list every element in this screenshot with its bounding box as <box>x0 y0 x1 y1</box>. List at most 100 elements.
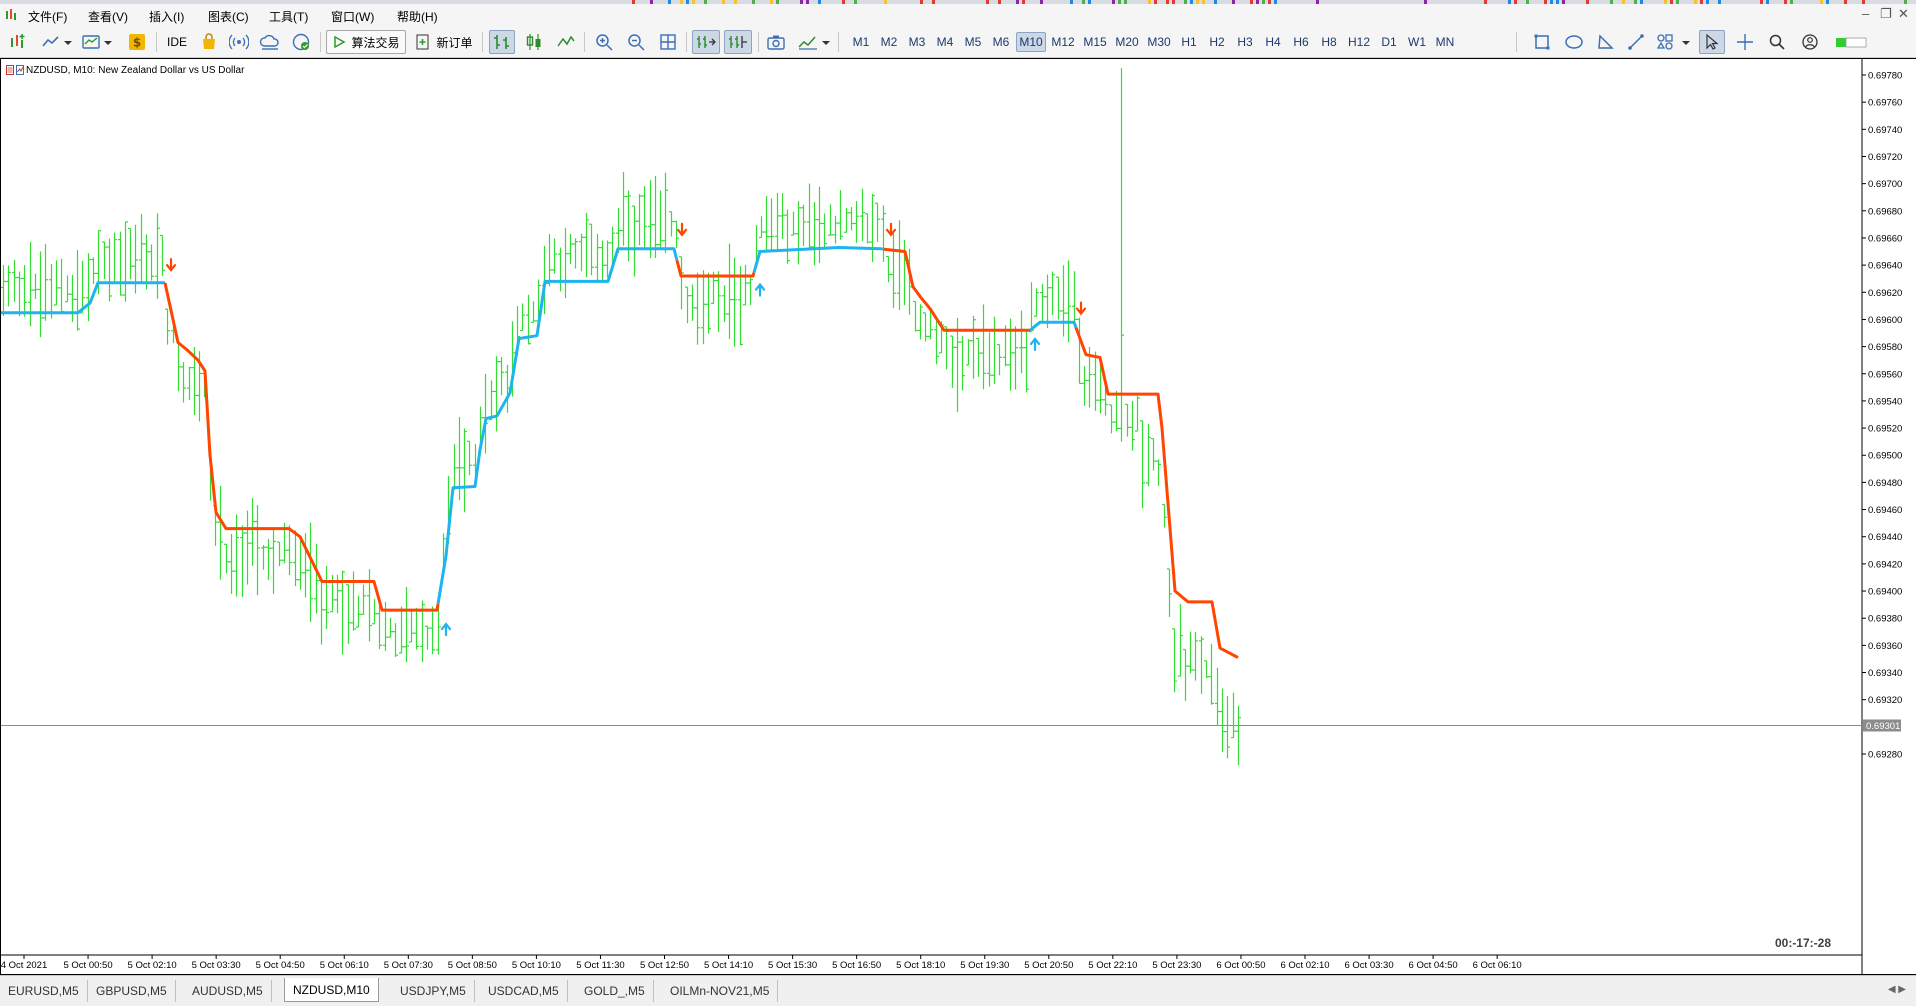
y-tick-label: 0.69640 <box>1868 261 1902 272</box>
y-tick-label: 0.69760 <box>1868 98 1902 109</box>
timeframe-m4[interactable]: M4 <box>932 32 958 52</box>
timeframe-m6[interactable]: M6 <box>988 32 1014 52</box>
timeframe-h2[interactable]: H2 <box>1204 32 1230 52</box>
timeframe-m15[interactable]: M15 <box>1080 32 1110 52</box>
candlestick-button[interactable] <box>522 30 546 54</box>
x-tick-label: 5 Oct 19:30 <box>960 960 1009 971</box>
chart-tab-usdcad-m5[interactable]: USDCAD,M5 <box>480 980 568 1002</box>
close-icon[interactable]: ✕ <box>1898 7 1909 21</box>
chart-tab-oilmn-nov21-m5[interactable]: OILMn-NOV21,M5 <box>662 980 779 1002</box>
timeframe-h6[interactable]: H6 <box>1288 32 1314 52</box>
x-tick-label: 5 Oct 11:30 <box>576 960 624 971</box>
screenshot-button[interactable] <box>764 30 788 54</box>
shapes-icon <box>1656 34 1690 50</box>
timeframe-m3[interactable]: M3 <box>904 32 930 52</box>
menu-bar: 文件(F) 查看(V) 插入(I) 图表(C) 工具(T) 窗口(W) 帮助(H… <box>0 4 1916 26</box>
search-button[interactable] <box>1765 30 1789 54</box>
chart-window-icons[interactable] <box>6 65 24 75</box>
ellipse-tool-button[interactable] <box>1562 30 1586 54</box>
menu-help[interactable]: 帮助(H) <box>397 8 438 25</box>
menu-window[interactable]: 窗口(W) <box>331 8 374 25</box>
timeframe-w1[interactable]: W1 <box>1404 32 1430 52</box>
zoom-out-button[interactable] <box>624 30 648 54</box>
chart-tab-eurusd-m5[interactable]: EURUSD,M5 <box>0 980 88 1002</box>
timeframe-m5[interactable]: M5 <box>960 32 986 52</box>
rectangle-tool-button[interactable] <box>1530 30 1554 54</box>
signal-button[interactable] <box>228 30 250 54</box>
minimize-icon[interactable]: – <box>1862 7 1869 21</box>
bar-chart-button[interactable] <box>489 30 515 54</box>
y-tick-label: 0.69340 <box>1868 668 1902 679</box>
chart-window[interactable]: 0.69780 0.69760 0.69740 0.69720 0.69700 0.696… <box>0 58 1916 975</box>
timeframe-h8[interactable]: H8 <box>1316 32 1342 52</box>
menu-tools[interactable]: 工具(T) <box>269 8 308 25</box>
community-button[interactable] <box>1798 30 1822 54</box>
ide-button[interactable]: IDE <box>164 30 190 54</box>
menu-view[interactable]: 查看(V) <box>88 8 128 25</box>
zoom-in-icon <box>596 34 613 51</box>
trendline-tool-button[interactable] <box>1624 30 1648 54</box>
timeframe-h3[interactable]: H3 <box>1232 32 1258 52</box>
cursor-icon <box>1706 33 1719 50</box>
toolbar-separator <box>1516 32 1517 52</box>
search-icon <box>1769 34 1785 50</box>
chart-type-dropdown[interactable] <box>40 30 74 54</box>
chart-shift-button[interactable] <box>724 30 752 54</box>
market-button[interactable]: $ <box>126 30 148 54</box>
timeframe-m1[interactable]: M1 <box>848 32 874 52</box>
app-chart-icon[interactable] <box>4 8 18 22</box>
triangle-tool-button[interactable] <box>1594 30 1618 54</box>
timeframe-h4[interactable]: H4 <box>1260 32 1286 52</box>
chart-tab-gold-m5[interactable]: GOLD_,M5 <box>576 980 654 1002</box>
new-order-button[interactable]: 新订单 <box>412 30 476 54</box>
zoom-in-button[interactable] <box>592 30 616 54</box>
x-tick-label: 5 Oct 20:50 <box>1024 960 1073 971</box>
menu-insert[interactable]: 插入(I) <box>149 8 184 25</box>
menu-file[interactable]: 文件(F) <box>28 8 67 25</box>
timeframe-h12[interactable]: H12 <box>1344 32 1374 52</box>
connection-bar-icon <box>1836 37 1867 48</box>
signals-button[interactable] <box>198 30 220 54</box>
cursor-tool-button[interactable] <box>1699 30 1725 54</box>
chart-tab-gbpusd-m5[interactable]: GBPUSD,M5 <box>88 980 176 1002</box>
ellipse-icon <box>1565 35 1583 49</box>
timeframe-m10[interactable]: M10 <box>1016 32 1046 52</box>
timeframe-h1[interactable]: H1 <box>1176 32 1202 52</box>
tab-scroll-arrows[interactable]: ◀ ▶ <box>1888 984 1906 995</box>
timeframe-m20[interactable]: M20 <box>1112 32 1142 52</box>
x-tick-label: 5 Oct 04:50 <box>256 960 305 971</box>
new-chart-button[interactable] <box>6 30 30 54</box>
tile-windows-button[interactable] <box>656 30 680 54</box>
rectangle-icon <box>1534 34 1550 50</box>
chart-tab-usdjpy-m5[interactable]: USDJPY,M5 <box>392 980 475 1002</box>
new-chart-icon <box>11 34 25 48</box>
price-chart[interactable]: 0.69780 0.69760 0.69740 0.69720 0.69700 0.696… <box>0 58 1916 975</box>
timeframe-m30[interactable]: M30 <box>1144 32 1174 52</box>
timeframe-d1[interactable]: D1 <box>1376 32 1402 52</box>
new-order-label: 新订单 <box>436 35 473 50</box>
line-chart-button[interactable] <box>554 30 578 54</box>
crosshair-tool-button[interactable] <box>1733 30 1757 54</box>
shapes-dropdown[interactable] <box>1654 30 1694 54</box>
menu-charts[interactable]: 图表(C) <box>208 8 249 25</box>
y-tick-label: 0.69540 <box>1868 396 1902 407</box>
restore-icon[interactable]: ❐ <box>1880 7 1892 21</box>
svg-text:$: $ <box>133 36 141 50</box>
y-tick-label: 0.69380 <box>1868 614 1902 625</box>
timeframe-m12[interactable]: M12 <box>1048 32 1078 52</box>
timeframe-m2[interactable]: M2 <box>876 32 902 52</box>
chart-tab-audusd-m5[interactable]: AUDUSD,M5 <box>184 980 272 1002</box>
chart-tab-nzdusd-m10[interactable]: NZDUSD,M10 <box>284 978 379 1002</box>
account-button[interactable] <box>290 30 312 54</box>
timeframe-mn[interactable]: MN <box>1432 32 1458 52</box>
play-icon <box>334 35 347 49</box>
signal-arrow-up <box>1029 337 1041 351</box>
auto-scroll-button[interactable] <box>692 30 720 54</box>
templates-dropdown[interactable] <box>80 30 114 54</box>
connection-status[interactable] <box>1830 30 1870 54</box>
vps-button[interactable] <box>258 30 282 54</box>
cloud-icon <box>259 34 279 50</box>
line-chart-icon <box>42 36 72 47</box>
algo-trading-button[interactable]: 算法交易 <box>326 30 406 54</box>
indicators-dropdown[interactable] <box>796 30 832 54</box>
